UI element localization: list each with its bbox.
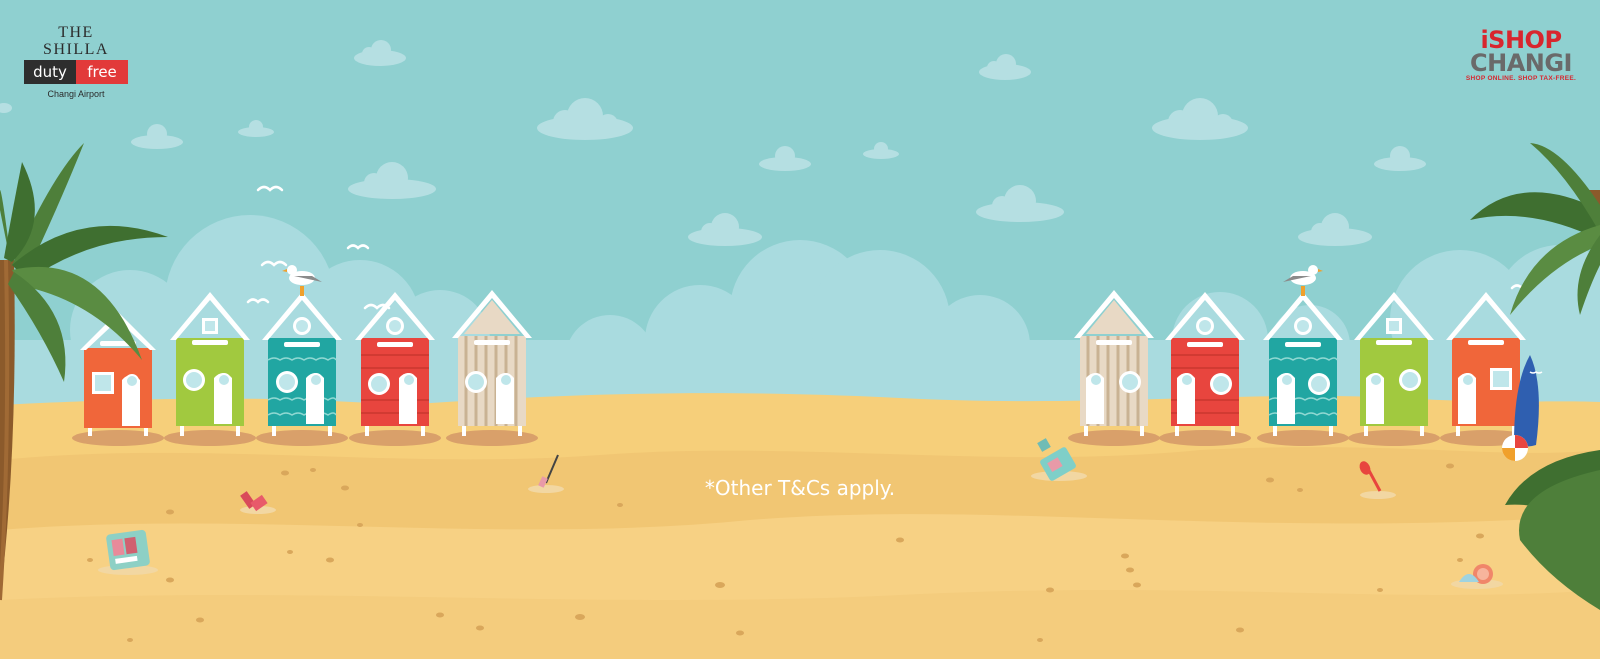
- shilla-duty-free-logo: THE SHILLA duty free Changi Airport: [24, 24, 128, 99]
- sand-wave: [0, 590, 1600, 659]
- logo-duty: duty: [24, 60, 76, 84]
- ishopchangi-tagline: SHOP ONLINE. SHOP TAX-FREE.: [1465, 75, 1577, 82]
- beach-scene: THE SHILLA duty free Changi Airport iSHO…: [0, 0, 1600, 659]
- logo-line-1: THE SHILLA: [43, 24, 109, 58]
- beach-ball: [1502, 435, 1528, 461]
- beach-illustration: [0, 0, 1600, 659]
- ishopchangi-logo: iSHOP CHANGI SHOP ONLINE. SHOP TAX-FREE.: [1456, 28, 1586, 82]
- terms-footnote: *Other T&Cs apply.: [704, 476, 896, 500]
- logo-line-2: duty free: [24, 60, 128, 84]
- logo-line-3: Changi Airport: [47, 89, 105, 99]
- logo-free: free: [76, 60, 128, 84]
- changi-text: CHANGI: [1470, 49, 1573, 77]
